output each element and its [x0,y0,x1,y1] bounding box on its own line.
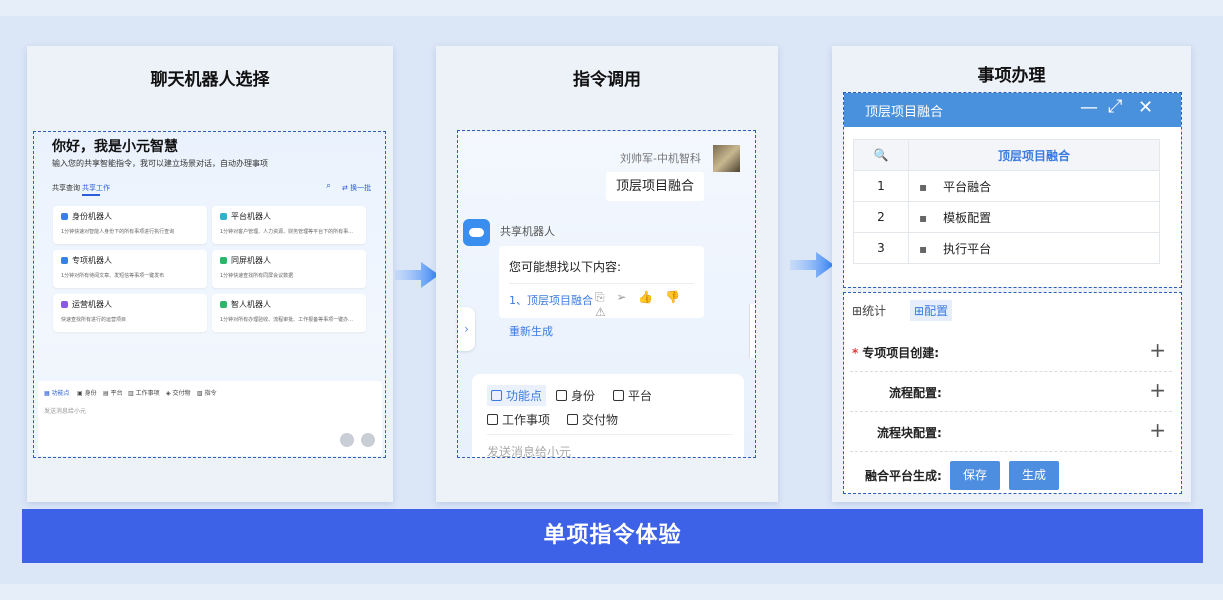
footer-banner: 单项指令体验 [22,509,1203,563]
panel-title-chatbot-select: 聊天机器人选择 [150,70,270,90]
panel-title-item-handling: 事项办理 [977,66,1046,86]
panel-title-command-call: 指令调用 [573,70,641,90]
arrow-right-icon [395,262,439,288]
arrow-right-icon [790,252,834,278]
highlight-frame [33,131,386,458]
highlight-frame [457,130,756,458]
highlight-frame [843,292,1182,494]
highlight-frame [843,92,1182,288]
